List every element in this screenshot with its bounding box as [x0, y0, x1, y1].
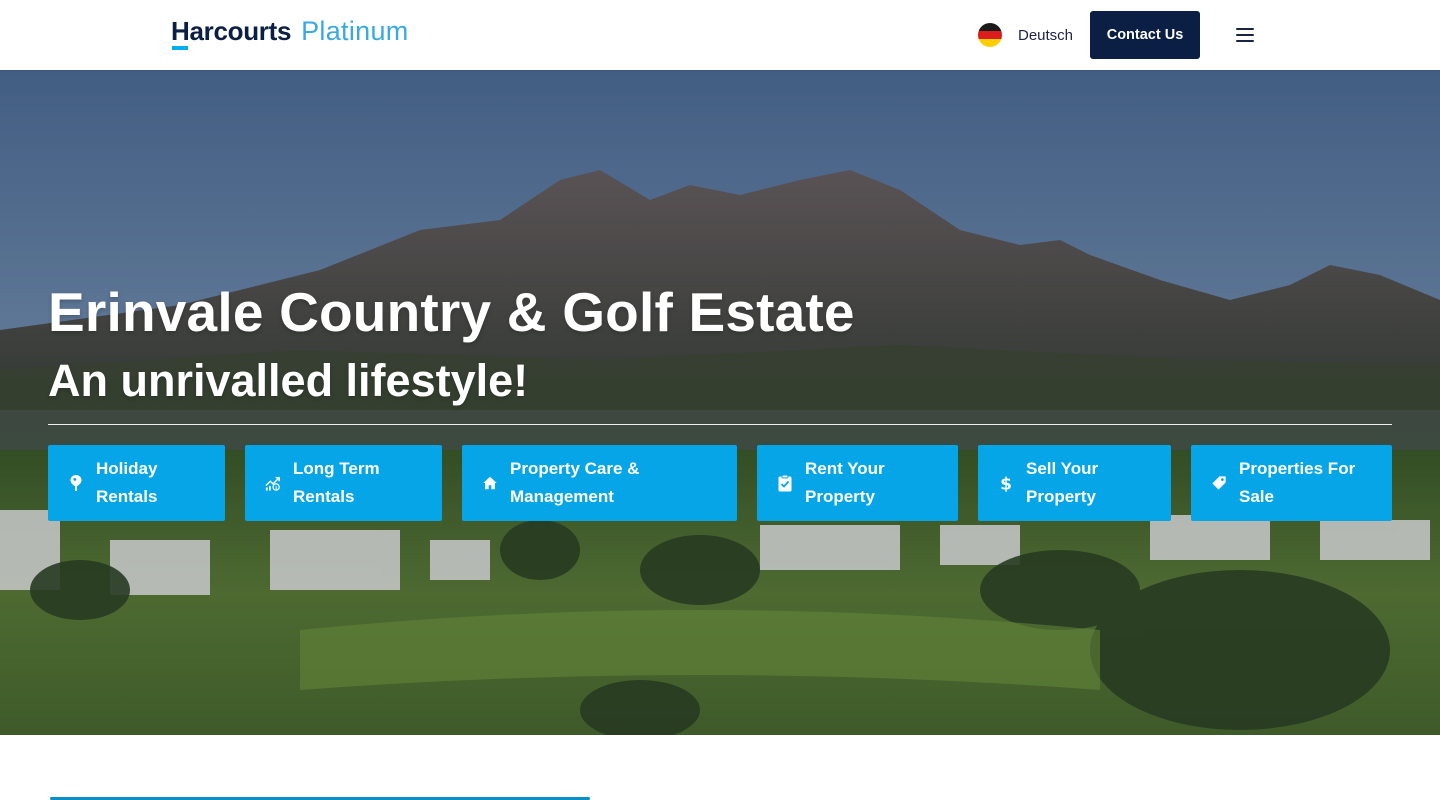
map-pin-icon — [68, 474, 84, 492]
language-label: Deutsch — [1018, 26, 1074, 44]
quick-link-properties-for-sale[interactable]: Properties For Sale — [1191, 445, 1392, 521]
quick-link-label: Holiday Rentals — [96, 459, 158, 506]
quick-link-holiday-rentals[interactable]: Holiday Rentals — [48, 445, 225, 521]
hero-title: Erinvale Country & Golf Estate — [48, 281, 855, 343]
language-switcher[interactable]: Deutsch — [978, 23, 1073, 47]
dollar-icon: $ — [998, 474, 1014, 493]
quick-link-label: Sell Your Property — [1026, 459, 1099, 506]
site-header: Harcourts Platinum Deutsch Contact Us — [0, 0, 1440, 70]
hero-section: Erinvale Country & Golf Estate An unriva… — [0, 70, 1440, 735]
logo-main-text: Harcourts — [171, 16, 292, 46]
german-flag-icon — [978, 23, 1002, 47]
logo-sub: Platinum — [301, 16, 409, 46]
hero-divider — [48, 424, 1392, 425]
svg-text:$: $ — [1000, 475, 1012, 493]
quick-link-property-care[interactable]: Property Care & Management — [462, 445, 737, 521]
logo-main: Harcourts — [171, 16, 292, 50]
quick-link-long-term-rentals[interactable]: $ Long Term Rentals — [245, 445, 442, 521]
contact-us-button[interactable]: Contact Us — [1090, 11, 1200, 59]
quick-link-sell-your-property[interactable]: $ Sell Your Property — [978, 445, 1171, 521]
quick-link-label: Long Term Rentals — [293, 459, 380, 506]
clipboard-check-icon — [777, 474, 793, 492]
hamburger-menu-icon[interactable] — [1234, 27, 1256, 43]
quick-link-label: Property Care & Management — [510, 459, 640, 506]
home-icon — [482, 474, 498, 492]
quick-link-label: Properties For Sale — [1239, 459, 1356, 506]
quick-links: Holiday Rentals $ Long Term Rentals Prop… — [0, 445, 1440, 521]
growth-chart-icon: $ — [265, 474, 281, 492]
price-tag-icon — [1211, 474, 1227, 492]
hero-subtitle: An unrivalled lifestyle! — [48, 355, 529, 406]
logo[interactable]: Harcourts Platinum — [171, 16, 409, 52]
quick-link-label: Rent Your Property — [805, 459, 885, 506]
logo-accent-bar — [172, 46, 188, 50]
svg-text:$: $ — [275, 485, 278, 491]
quick-link-rent-your-property[interactable]: Rent Your Property — [757, 445, 958, 521]
